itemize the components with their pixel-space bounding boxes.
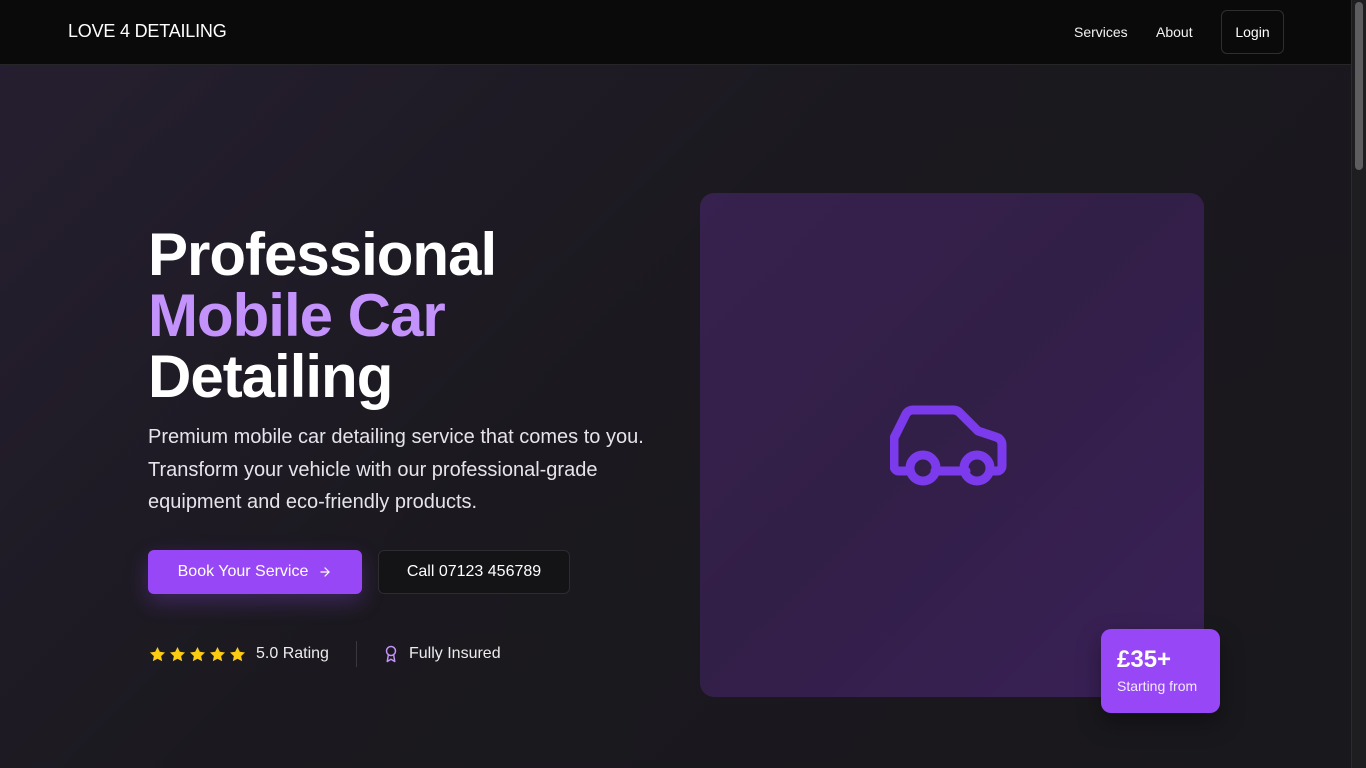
star-icon: [149, 646, 166, 661]
price-value: £35+: [1117, 646, 1172, 673]
hero-title: Professional Mobile Car Detailing: [148, 224, 668, 407]
brand-logo[interactable]: LOVE 4 DETAILING: [68, 21, 227, 42]
star-icon: [189, 646, 206, 661]
star-icon: [209, 646, 226, 661]
nav-link-about[interactable]: About: [1156, 24, 1193, 40]
book-service-label: Book Your Service: [177, 563, 309, 580]
star-icon: [229, 646, 246, 661]
insured-badge: Fully Insured: [382, 643, 501, 665]
rating-label: 5.0 Rating: [256, 645, 329, 662]
call-button[interactable]: Call 07123 456789: [378, 550, 570, 594]
hero-title-line-1: Professional: [148, 221, 497, 288]
car-icon: [890, 405, 1007, 486]
price-badge: £35+ Starting from: [1101, 629, 1220, 713]
rating-stars: [148, 645, 247, 664]
hero-description: Premium mobile car detailing service tha…: [148, 426, 644, 513]
star-icon: [169, 646, 186, 661]
insured-label: Fully Insured: [409, 645, 501, 662]
login-button[interactable]: Login: [1221, 10, 1284, 54]
top-nav: LOVE 4 DETAILING Services About Login: [0, 0, 1351, 65]
hero-image-card: [700, 193, 1204, 697]
scrollbar[interactable]: [1351, 0, 1366, 768]
page: LOVE 4 DETAILING Services About Login Pr…: [0, 0, 1351, 768]
rating: 5.0 Rating: [148, 643, 329, 665]
hero-title-line-2: Mobile Car: [148, 282, 446, 349]
price-caption: Starting from: [1117, 678, 1198, 694]
book-service-button[interactable]: Book Your Service: [148, 550, 362, 594]
arrow-right-icon: [320, 567, 331, 577]
nav-link-services[interactable]: Services: [1074, 24, 1128, 40]
scrollbar-thumb[interactable]: [1355, 2, 1363, 170]
hero-title-line-3: Detailing: [148, 343, 393, 410]
award-icon: [385, 645, 397, 663]
divider: [356, 641, 357, 667]
